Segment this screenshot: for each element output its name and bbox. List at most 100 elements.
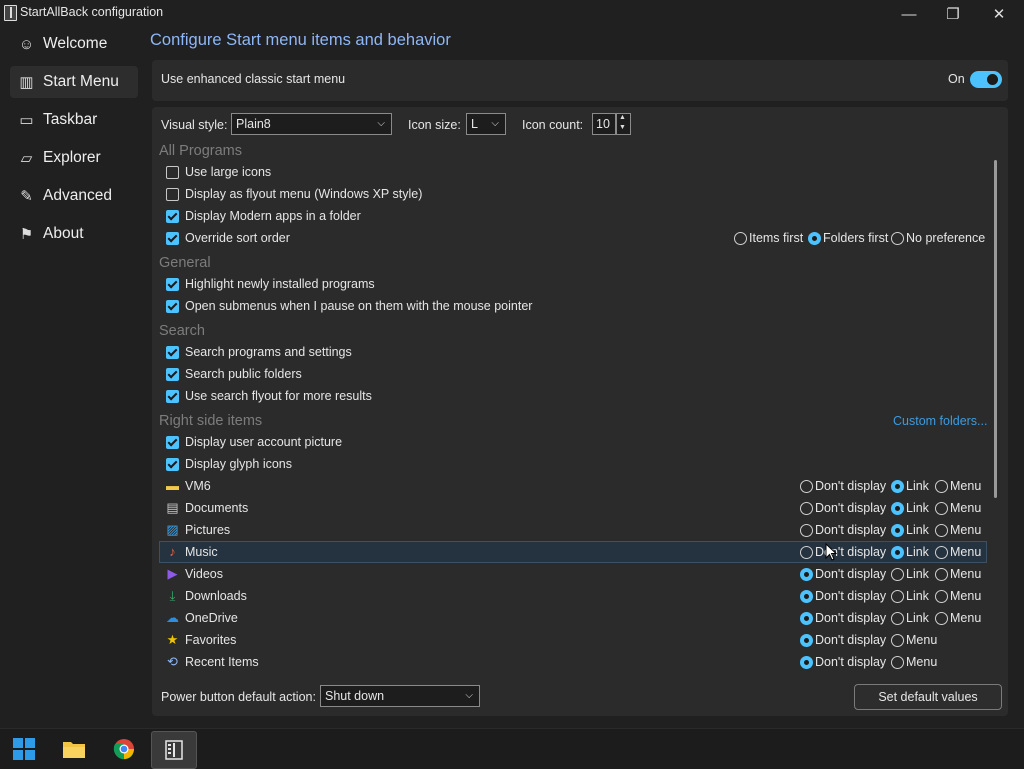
display-option-label[interactable]: Link <box>906 567 929 581</box>
stepper-down-icon[interactable]: ▼ <box>619 124 626 131</box>
display-option-label[interactable]: Menu <box>950 479 981 493</box>
enhanced-menu-toggle[interactable] <box>970 71 1002 88</box>
sort-order-radio[interactable] <box>808 232 821 245</box>
display-option-radio[interactable] <box>935 480 948 493</box>
sort-order-radio[interactable] <box>891 232 904 245</box>
display-option-label[interactable]: Link <box>906 479 929 493</box>
display-option-label[interactable]: Menu <box>950 501 981 515</box>
sort-order-option-label[interactable]: Items first <box>749 231 803 245</box>
display-option-radio[interactable] <box>800 502 813 515</box>
display-option-radio[interactable] <box>935 546 948 559</box>
display-option-label[interactable]: Menu <box>906 633 937 647</box>
scrollbar-thumb[interactable] <box>994 160 997 498</box>
checkbox[interactable] <box>166 300 179 313</box>
display-option-label[interactable]: Menu <box>906 655 937 669</box>
display-option-radio[interactable] <box>800 590 813 603</box>
display-option-radio[interactable] <box>935 590 948 603</box>
set-default-values-button[interactable]: Set default values <box>854 684 1002 710</box>
sort-order-radio[interactable] <box>734 232 747 245</box>
display-option-radio[interactable] <box>891 612 904 625</box>
checkbox[interactable] <box>166 458 179 471</box>
file-explorer-icon[interactable] <box>52 731 96 767</box>
display-option-label[interactable]: Menu <box>950 545 981 559</box>
display-option-radio[interactable] <box>891 568 904 581</box>
display-option-label[interactable]: Don't display <box>815 611 886 625</box>
display-option-label[interactable]: Menu <box>950 567 981 581</box>
chrome-icon[interactable] <box>102 731 146 767</box>
visual-style-dropdown[interactable]: Plain8 ⌵ <box>231 113 392 135</box>
checkbox[interactable] <box>166 346 179 359</box>
display-option-radio[interactable] <box>800 612 813 625</box>
display-option-label[interactable]: Don't display <box>815 589 886 603</box>
display-option-radio[interactable] <box>891 634 904 647</box>
display-option-radio[interactable] <box>891 480 904 493</box>
checkbox-label[interactable]: Use search flyout for more results <box>185 389 372 403</box>
display-option-label[interactable]: Menu <box>950 523 981 537</box>
display-option-label[interactable]: Don't display <box>815 567 886 581</box>
display-option-radio[interactable] <box>891 502 904 515</box>
checkbox[interactable] <box>166 436 179 449</box>
checkbox-label[interactable]: Display glyph icons <box>185 457 292 471</box>
maximize-button[interactable]: ❐ <box>930 0 976 28</box>
close-button[interactable]: ✕ <box>976 0 1022 28</box>
custom-folders-link[interactable]: Custom folders... <box>893 414 987 428</box>
display-option-label[interactable]: Don't display <box>815 655 886 669</box>
sort-order-option-label[interactable]: Folders first <box>823 231 888 245</box>
sidebar-item-about[interactable]: ⚑ About <box>10 218 138 250</box>
startallback-icon[interactable] <box>151 731 197 769</box>
display-option-radio[interactable] <box>935 612 948 625</box>
icon-count-stepper[interactable]: ▲ ▼ <box>616 113 631 135</box>
checkbox-label[interactable]: Display user account picture <box>185 435 342 449</box>
display-option-radio[interactable] <box>800 634 813 647</box>
display-option-label[interactable]: Menu <box>950 589 981 603</box>
checkbox-label[interactable]: Display Modern apps in a folder <box>185 209 361 223</box>
display-option-label[interactable]: Don't display <box>815 501 886 515</box>
minimize-button[interactable]: — <box>886 0 932 28</box>
checkbox[interactable] <box>166 166 179 179</box>
sort-order-option-label[interactable]: No preference <box>906 231 985 245</box>
display-option-radio[interactable] <box>800 656 813 669</box>
sidebar-item-welcome[interactable]: ☺ Welcome <box>10 28 138 60</box>
checkbox-label[interactable]: Highlight newly installed programs <box>185 277 375 291</box>
icon-count-input[interactable]: 10 <box>592 113 616 135</box>
sidebar-item-taskbar[interactable]: ▭ Taskbar <box>10 104 138 136</box>
stepper-up-icon[interactable]: ▲ <box>619 114 626 121</box>
checkbox[interactable] <box>166 210 179 223</box>
display-option-radio[interactable] <box>891 656 904 669</box>
checkbox-label[interactable]: Open submenus when I pause on them with … <box>185 299 532 313</box>
display-option-radio[interactable] <box>800 524 813 537</box>
display-option-label[interactable]: Link <box>906 611 929 625</box>
checkbox-label[interactable]: Search programs and settings <box>185 345 352 359</box>
sidebar-item-explorer[interactable]: ▱ Explorer <box>10 142 138 174</box>
display-option-label[interactable]: Don't display <box>815 479 886 493</box>
checkbox[interactable] <box>166 232 179 245</box>
display-option-label[interactable]: Link <box>906 523 929 537</box>
sidebar-item-start-menu[interactable]: ▥ Start Menu <box>10 66 138 98</box>
display-option-label[interactable]: Link <box>906 545 929 559</box>
sidebar-item-advanced[interactable]: ✎ Advanced <box>10 180 138 212</box>
display-option-radio[interactable] <box>935 568 948 581</box>
display-option-radio[interactable] <box>800 568 813 581</box>
checkbox[interactable] <box>166 188 179 201</box>
display-option-radio[interactable] <box>935 502 948 515</box>
display-option-label[interactable]: Don't display <box>815 633 886 647</box>
power-action-dropdown[interactable]: Shut down ⌵ <box>320 685 480 707</box>
display-option-label[interactable]: Link <box>906 589 929 603</box>
icon-size-dropdown[interactable]: L ⌵ <box>466 113 506 135</box>
checkbox-label[interactable]: Override sort order <box>185 231 290 245</box>
checkbox-label[interactable]: Search public folders <box>185 367 302 381</box>
display-option-label[interactable]: Link <box>906 501 929 515</box>
display-option-radio[interactable] <box>800 480 813 493</box>
display-option-label[interactable]: Menu <box>950 611 981 625</box>
display-option-label[interactable]: Don't display <box>815 523 886 537</box>
windows-start-icon[interactable] <box>2 731 46 767</box>
display-option-radio[interactable] <box>891 546 904 559</box>
checkbox[interactable] <box>166 278 179 291</box>
checkbox-label[interactable]: Display as flyout menu (Windows XP style… <box>185 187 422 201</box>
checkbox[interactable] <box>166 390 179 403</box>
display-option-radio[interactable] <box>800 546 813 559</box>
checkbox-label[interactable]: Use large icons <box>185 165 271 179</box>
display-option-radio[interactable] <box>891 590 904 603</box>
display-option-radio[interactable] <box>891 524 904 537</box>
display-option-radio[interactable] <box>935 524 948 537</box>
